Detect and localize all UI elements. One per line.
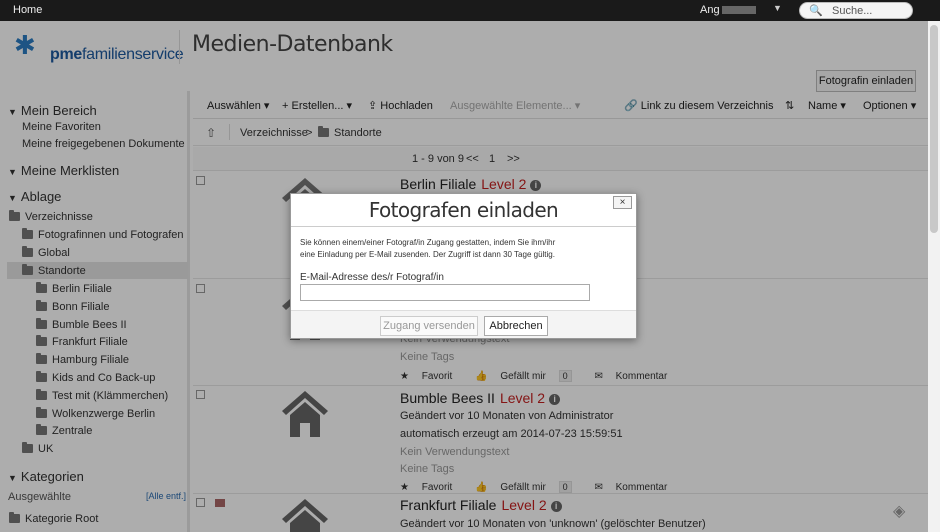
home-link[interactable]: Home [13, 4, 42, 16]
dialog-divider [291, 226, 636, 227]
user-name-redacted [721, 6, 756, 15]
close-icon[interactable]: × [613, 196, 632, 209]
chevron-down-icon[interactable]: ▼ [773, 3, 782, 13]
email-field[interactable] [300, 284, 590, 301]
search-input[interactable]: 🔍 Suche... [799, 2, 913, 19]
dialog-title: Fotografen einladen [368, 198, 559, 222]
dialog-description-line: Sie können einem/einer Fotograf/in Zugan… [300, 238, 556, 247]
invite-photographer-dialog: Fotografen einladen × Sie können einem/e… [290, 193, 637, 339]
user-menu[interactable]: Ang [700, 4, 756, 16]
search-placeholder: Suche... [832, 5, 873, 17]
top-bar: Home Ang ▼ 🔍 Suche... [0, 0, 940, 21]
search-icon: 🔍 [809, 5, 823, 17]
dialog-footer: Zugang versenden Abbrechen [291, 310, 636, 338]
email-field-label: E-Mail-Adresse des/r Fotograf/in [300, 272, 444, 283]
dialog-description-line: eine Einladung per E-Mail zusenden. Der … [300, 250, 555, 259]
dialog-description: Sie können einem/einer Fotograf/in Zugan… [300, 237, 600, 261]
scrollbar[interactable] [928, 21, 940, 532]
send-access-button[interactable]: Zugang versenden [380, 316, 478, 336]
scrollbar-thumb[interactable] [930, 25, 938, 233]
user-name: Ang [700, 4, 720, 16]
cancel-button[interactable]: Abbrechen [484, 316, 548, 336]
